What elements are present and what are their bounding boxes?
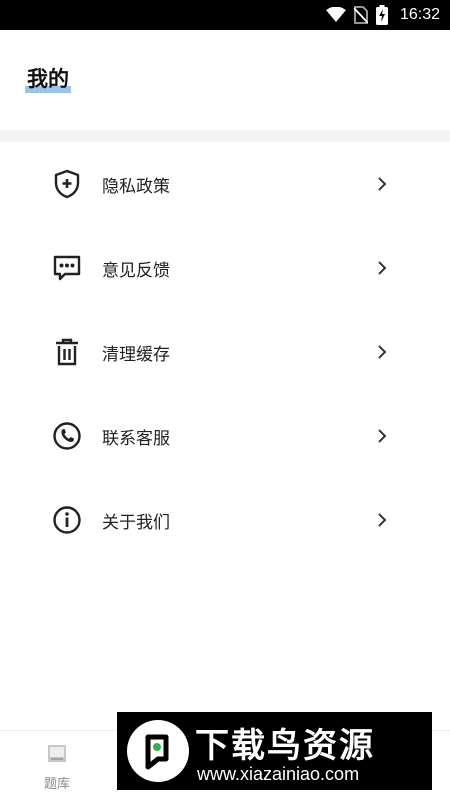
- chevron-right-icon: [374, 176, 390, 192]
- menu-item-label: 清理缓存: [102, 344, 170, 365]
- bird-logo-icon: [127, 720, 189, 782]
- battery-charging-icon: [375, 5, 388, 25]
- screen: 16:32 我的 隐私政策 意见反馈 清理缓存 联系客服 关于我们 题库 下载鸟…: [0, 0, 450, 800]
- phone-icon: [52, 421, 82, 451]
- menu-item-label: 关于我们: [102, 512, 170, 533]
- menu-item-feedback[interactable]: 意见反馈: [0, 226, 450, 310]
- section-separator: [0, 130, 450, 142]
- menu-item-contact-support[interactable]: 联系客服: [0, 394, 450, 478]
- settings-menu: 隐私政策 意见反馈 清理缓存 联系客服 关于我们: [0, 142, 450, 562]
- chevron-right-icon: [374, 260, 390, 276]
- menu-item-label: 联系客服: [102, 428, 170, 449]
- menu-item-privacy-policy[interactable]: 隐私政策: [0, 142, 450, 226]
- status-bar: 16:32: [0, 0, 450, 30]
- page-title: 我的: [25, 63, 71, 93]
- tab-label: 题库: [43, 777, 70, 792]
- wifi-icon: [325, 7, 346, 23]
- status-time: 16:32: [399, 6, 440, 23]
- no-sim-icon: [353, 6, 368, 24]
- chevron-right-icon: [374, 428, 390, 444]
- watermark-title: 下载鸟资源: [195, 726, 375, 766]
- trash-icon: [52, 337, 82, 367]
- info-icon: [52, 505, 82, 535]
- watermark-url: www.xiazainiao.com: [197, 764, 360, 784]
- chevron-right-icon: [374, 512, 390, 528]
- menu-item-label: 隐私政策: [102, 176, 170, 197]
- header: 我的: [0, 30, 450, 130]
- question-bank-icon: [46, 743, 68, 769]
- menu-item-label: 意见反馈: [102, 260, 170, 281]
- chevron-right-icon: [374, 344, 390, 360]
- tab-question-bank[interactable]: 题库: [30, 743, 84, 792]
- menu-item-clear-cache[interactable]: 清理缓存: [0, 310, 450, 394]
- menu-item-about-us[interactable]: 关于我们: [0, 478, 450, 562]
- watermark: 下载鸟资源 www.xiazainiao.com: [117, 712, 432, 790]
- message-dots-icon: [52, 253, 82, 283]
- shield-plus-icon: [52, 169, 82, 199]
